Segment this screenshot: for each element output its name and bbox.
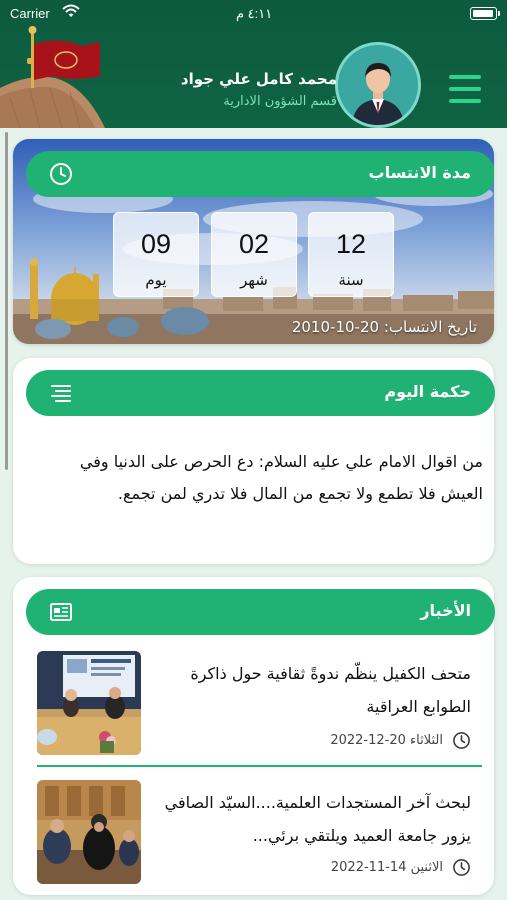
wisdom-title: حكمة اليوم bbox=[384, 382, 471, 401]
battery-icon bbox=[470, 7, 500, 20]
status-time: ٤:١١ م bbox=[236, 6, 273, 21]
newspaper-icon bbox=[50, 603, 72, 621]
hamburger-icon-bar bbox=[449, 99, 481, 103]
clock-icon bbox=[50, 163, 72, 185]
text-lines-icon bbox=[51, 385, 71, 402]
hamburger-icon-bar bbox=[449, 75, 481, 79]
news-thumbnail-image bbox=[37, 780, 141, 884]
user-name: محمد كامل علي جواد bbox=[180, 70, 337, 88]
news-date: الثلاثاء 20-12-2022 bbox=[330, 733, 443, 748]
days-value: 09 bbox=[140, 229, 172, 259]
news-thumbnail[interactable] bbox=[37, 651, 141, 755]
clock-icon bbox=[453, 732, 470, 749]
app-header: Carrier ٤:١١ م محمد كامل علي جواد قسم ال… bbox=[0, 0, 507, 128]
days-label: يوم bbox=[145, 271, 167, 289]
news-headline[interactable]: متحف الكفيل ينظّم ندوةً ثقافية حول ذاكرة… bbox=[151, 657, 471, 723]
news-header-bar[interactable]: الأخبار bbox=[26, 589, 495, 635]
status-bar: Carrier ٤:١١ م bbox=[0, 0, 507, 28]
news-divider bbox=[37, 765, 482, 767]
news-title: الأخبار bbox=[420, 601, 471, 620]
user-avatar-icon bbox=[338, 45, 418, 125]
shrine-dome-flag-image bbox=[0, 26, 105, 128]
hamburger-menu-button[interactable] bbox=[449, 75, 481, 105]
news-item[interactable]: متحف الكفيل ينظّم ندوةً ثقافية حول ذاكرة… bbox=[37, 651, 471, 755]
user-avatar[interactable] bbox=[335, 42, 421, 128]
hamburger-icon-bar bbox=[449, 87, 481, 91]
carrier-label: Carrier bbox=[10, 6, 50, 21]
news-thumbnail-image bbox=[37, 651, 141, 755]
wisdom-header-bar: حكمة اليوم bbox=[26, 370, 495, 416]
tenure-title: مدة الانتساب bbox=[368, 163, 471, 182]
news-date: الاثنين 14-11-2022 bbox=[330, 860, 443, 875]
join-date: تاريخ الانتساب: 20-10-2010 bbox=[291, 318, 477, 336]
user-department: قسم الشؤون الادارية bbox=[223, 94, 337, 109]
years-counter: 12 سنة bbox=[308, 212, 394, 297]
clock-icon bbox=[453, 859, 470, 876]
wisdom-text: من اقوال الامام علي عليه السلام: دع الحر… bbox=[79, 452, 483, 503]
wifi-icon bbox=[62, 4, 80, 17]
scroll-indicator[interactable] bbox=[5, 132, 8, 470]
news-item[interactable]: لبحث آخر المستجدات العلمية....السيّد الص… bbox=[37, 780, 471, 884]
years-label: سنة bbox=[338, 271, 364, 289]
months-value: 02 bbox=[238, 229, 270, 259]
tenure-header-bar: مدة الانتساب bbox=[26, 151, 494, 197]
news-thumbnail[interactable] bbox=[37, 780, 141, 884]
months-counter: 02 شهر bbox=[211, 212, 297, 297]
days-counter: 09 يوم bbox=[113, 212, 199, 297]
news-headline[interactable]: لبحث آخر المستجدات العلمية....السيّد الص… bbox=[151, 786, 471, 852]
months-label: شهر bbox=[240, 271, 268, 289]
years-value: 12 bbox=[335, 229, 367, 259]
